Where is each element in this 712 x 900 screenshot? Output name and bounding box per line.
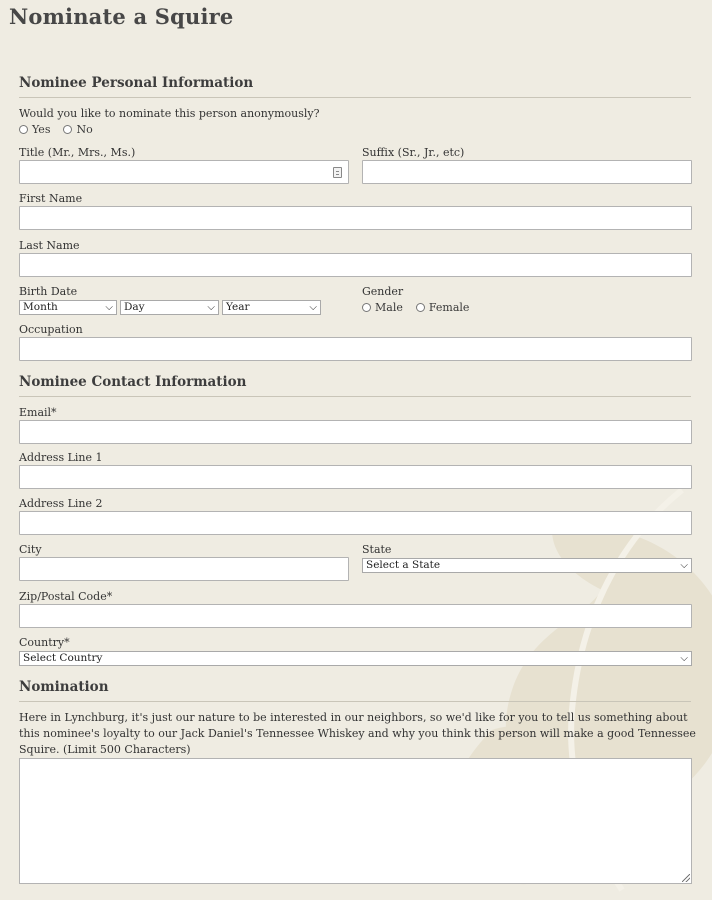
autofill-icon[interactable] <box>333 167 342 178</box>
chevron-down-icon: ⌵ <box>680 653 688 664</box>
birth-day-value: Day <box>124 301 145 313</box>
zip-input[interactable] <box>19 604 692 628</box>
chevron-down-icon: ⌵ <box>105 302 113 313</box>
anonymous-no-radio[interactable] <box>63 125 73 134</box>
state-label: State <box>362 543 392 556</box>
city-input[interactable] <box>19 557 349 581</box>
address1-label: Address Line 1 <box>19 451 103 464</box>
anonymous-yes-label: Yes <box>32 123 51 136</box>
occupation-input[interactable] <box>19 337 692 361</box>
country-select[interactable]: Select Country ⌵ <box>19 651 692 666</box>
resize-handle-icon[interactable] <box>682 874 690 882</box>
section-heading-personal: Nominee Personal Information <box>19 75 691 98</box>
title-input[interactable] <box>19 160 349 184</box>
email-label: Email* <box>19 406 57 419</box>
anonymous-yes-radio[interactable] <box>19 125 28 134</box>
country-label: Country* <box>19 636 70 649</box>
address2-label: Address Line 2 <box>19 497 103 510</box>
birth-date-label: Birth Date <box>19 285 78 298</box>
email-input[interactable] <box>19 420 692 444</box>
first-name-input[interactable] <box>19 206 692 230</box>
gender-female-radio[interactable] <box>415 303 425 312</box>
anonymous-question: Would you like to nominate this person a… <box>19 107 320 120</box>
anonymous-radio-group: Yes No <box>19 123 106 136</box>
suffix-input[interactable] <box>362 160 692 184</box>
last-name-label: Last Name <box>19 239 80 252</box>
birth-year-select[interactable]: Year ⌵ <box>222 300 321 315</box>
birth-day-select[interactable]: Day ⌵ <box>120 300 219 315</box>
birth-month-select[interactable]: Month ⌵ <box>19 300 117 315</box>
address1-input[interactable] <box>19 465 692 489</box>
section-heading-nomination: Nomination <box>19 679 691 702</box>
first-name-label: First Name <box>19 192 83 205</box>
zip-label: Zip/Postal Code* <box>19 590 113 603</box>
gender-female-label: Female <box>428 301 470 314</box>
nomination-instructions: Here in Lynchburg, it's just our nature … <box>19 711 696 756</box>
gender-radio-group: Male Female <box>362 301 482 314</box>
gender-male-radio[interactable] <box>362 303 371 312</box>
country-select-value: Select Country <box>23 652 103 664</box>
chevron-down-icon: ⌵ <box>207 302 215 313</box>
anonymous-no-label: No <box>76 123 93 136</box>
page-title: Nominate a Squire <box>9 4 234 29</box>
title-label: Title (Mr., Mrs., Ms.) <box>19 146 136 159</box>
birth-month-value: Month <box>23 301 58 313</box>
birth-year-value: Year <box>226 301 250 313</box>
gender-male-label: Male <box>375 301 403 314</box>
state-select-value: Select a State <box>366 559 441 571</box>
occupation-label: Occupation <box>19 323 83 336</box>
state-select[interactable]: Select a State ⌵ <box>362 558 692 573</box>
address2-input[interactable] <box>19 511 692 535</box>
gender-label: Gender <box>362 285 404 298</box>
city-label: City <box>19 543 42 556</box>
section-heading-contact: Nominee Contact Information <box>19 374 691 397</box>
last-name-input[interactable] <box>19 253 692 277</box>
nomination-textarea[interactable] <box>19 758 692 884</box>
chevron-down-icon: ⌵ <box>680 560 688 571</box>
chevron-down-icon: ⌵ <box>309 302 317 313</box>
suffix-label: Suffix (Sr., Jr., etc) <box>362 146 465 159</box>
